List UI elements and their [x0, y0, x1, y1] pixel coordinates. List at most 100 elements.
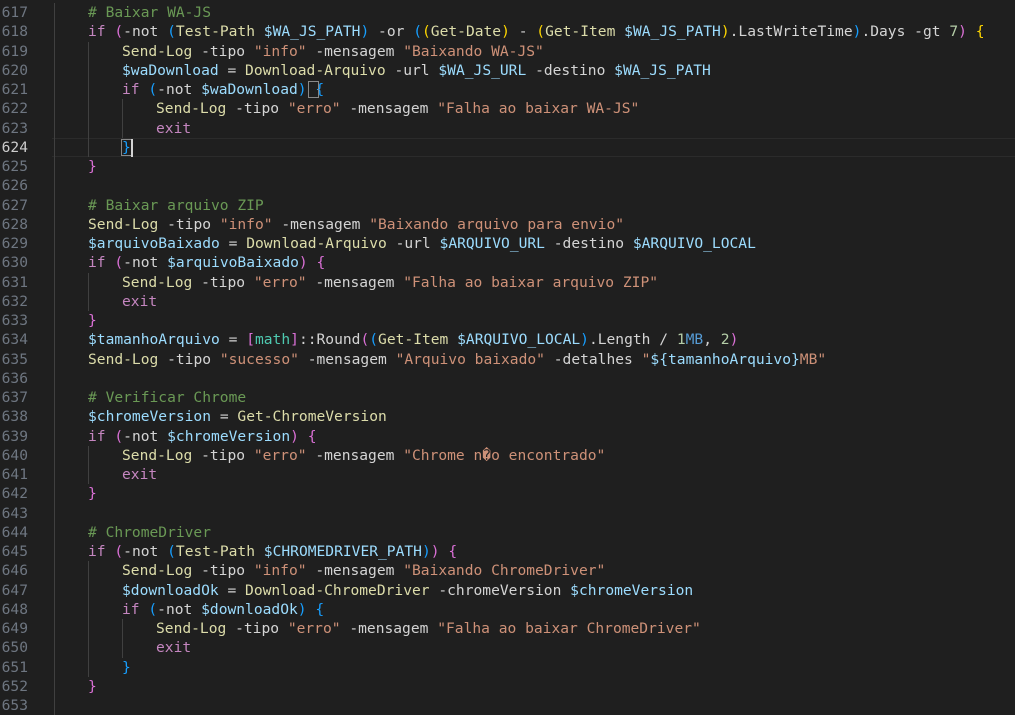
indent-guide — [88, 445, 89, 465]
line-number: 652 — [1, 677, 28, 695]
code-line[interactable]: 646 Send-Log -tipo "info" -mensagem "Baix… — [0, 561, 1015, 580]
code-token: if — [88, 23, 106, 41]
code-token: .LastWriteTime — [729, 23, 853, 41]
indent-guide — [54, 22, 55, 42]
code-content: if (-not $waDownload) { — [122, 80, 324, 99]
code-token: ( — [167, 23, 176, 41]
code-line[interactable]: 640 Send-Log -tipo "erro" -mensagem "Chro… — [0, 446, 1015, 465]
code-token: "Baixando ChromeDriver" — [403, 562, 606, 580]
indent-guide — [54, 137, 55, 157]
code-line[interactable]: 647 $downloadOk = Download-ChromeDriver -… — [0, 581, 1015, 600]
code-token: exit — [156, 639, 192, 657]
code-line[interactable]: 644 # ChromeDriver — [0, 523, 1015, 542]
code-line[interactable]: 648 if (-not $downloadOk) { — [0, 600, 1015, 619]
code-line[interactable]: 632 exit — [0, 292, 1015, 311]
indent-guide — [88, 80, 89, 100]
code-line[interactable]: 649 Send-Log -tipo "erro" -mensagem "Falh… — [0, 619, 1015, 638]
code-line[interactable]: 623 exit — [0, 119, 1015, 138]
code-line[interactable]: 639 if (-not $chromeVersion) { — [0, 427, 1015, 446]
code-line[interactable]: 643 — [0, 504, 1015, 523]
code-token: $arquivoBaixado — [88, 235, 220, 252]
code-token: } — [88, 312, 97, 329]
code-line[interactable]: 645 if (-not (Test-Path $CHROMEDRIVER_PAT… — [0, 542, 1015, 561]
code-line[interactable]: 633} — [0, 311, 1015, 330]
code-line[interactable]: 650 exit — [0, 638, 1015, 657]
code-token: Download-ChromeDriver — [245, 581, 430, 599]
line-number: 643 — [1, 504, 28, 522]
code-editor[interactable]: 617 # Baixar WA-JS 618 if (-not (Test-Path … — [0, 0, 1015, 715]
code-line[interactable]: 652} — [0, 677, 1015, 696]
code-line[interactable]: 619 Send-Log -tipo "info" -mensagem "Baix… — [0, 42, 1015, 61]
code-line[interactable]: 634 $tamanhoArquivo = [math]::Round((Get-… — [0, 330, 1015, 349]
code-token: exit — [122, 466, 158, 483]
code-token: ) — [501, 23, 510, 41]
code-content: $tamanhoArquivo = [math]::Round((Get-Ite… — [88, 330, 738, 349]
code-token: ) — [298, 254, 308, 272]
code-line[interactable]: 635 Send-Log -tipo "sucesso" -mensagem "A… — [0, 350, 1015, 369]
code-token: ) — [421, 543, 431, 560]
indent-guide — [88, 99, 89, 119]
code-line[interactable]: 622 Send-Log -tipo "erro" -mensagem "Falh… — [0, 99, 1015, 118]
code-token: Test-Path — [175, 23, 255, 41]
code-line[interactable]: 625} — [0, 157, 1015, 176]
code-line[interactable]: 621 if (-not $waDownload) { — [0, 80, 1015, 99]
code-line[interactable]: 624} — [0, 137, 1015, 158]
code-token: -not — [157, 600, 193, 618]
indent-guide — [88, 638, 89, 658]
code-token: } — [122, 658, 131, 676]
code-token: "Baixando WA-JS" — [403, 42, 544, 60]
indent-guide — [54, 619, 55, 639]
indent-guide — [88, 465, 89, 485]
code-line[interactable]: 636 — [0, 369, 1015, 388]
indent-guide — [54, 157, 55, 177]
line-number: 637 — [1, 389, 28, 406]
code-line[interactable]: 628 Send-Log -tipo "info" -mensagem "Baix… — [0, 215, 1015, 234]
code-line[interactable]: 629 $arquivoBaixado = Download-Arquivo -u… — [0, 234, 1015, 253]
code-line[interactable]: 620 $waDownload = Download-Arquivo -url $… — [0, 61, 1015, 80]
code-line[interactable]: 617 # Baixar WA-JS — [0, 3, 1015, 22]
indent-guide — [54, 368, 55, 388]
line-number: 644 — [1, 523, 28, 541]
code-line[interactable]: 638 $chromeVersion = Get-ChromeVersion — [0, 407, 1015, 426]
code-token: ( — [114, 543, 124, 560]
code-line[interactable]: 641 exit — [0, 465, 1015, 484]
code-token: ) — [297, 81, 307, 98]
code-token: ( — [148, 81, 158, 98]
code-content: exit — [122, 292, 157, 311]
code-line[interactable]: 631 Send-Log -tipo "erro" -mensagem "Falh… — [0, 273, 1015, 292]
indent-guide — [122, 619, 123, 639]
line-number: 625 — [1, 158, 28, 175]
code-line[interactable]: 637 # Verificar Chrome — [0, 388, 1015, 407]
indent-guide — [54, 657, 55, 677]
code-token: { — [448, 543, 458, 560]
code-line[interactable]: 642} — [0, 484, 1015, 503]
code-token: ( — [422, 23, 431, 41]
code-line[interactable]: 653 — [0, 696, 1015, 715]
code-line[interactable]: 651} — [0, 658, 1015, 677]
code-token: "erro" — [253, 446, 307, 464]
code-token: -mensagem — [307, 350, 387, 368]
code-token: if — [88, 543, 106, 560]
code-token: "Falha ao baixar WA-JS" — [437, 100, 640, 118]
line-number: 649 — [1, 620, 28, 637]
code-line[interactable]: 627 # Baixar arquivo ZIP — [0, 196, 1015, 215]
code-line[interactable]: 630 if (-not $arquivoBaixado) { — [0, 253, 1015, 272]
code-line[interactable]: 626 — [0, 176, 1015, 195]
line-number: 628 — [1, 215, 28, 233]
code-token: .Days — [861, 23, 915, 41]
code-line[interactable]: 618 if (-not (Test-Path $WA_JS_PATH) -or … — [0, 22, 1015, 41]
